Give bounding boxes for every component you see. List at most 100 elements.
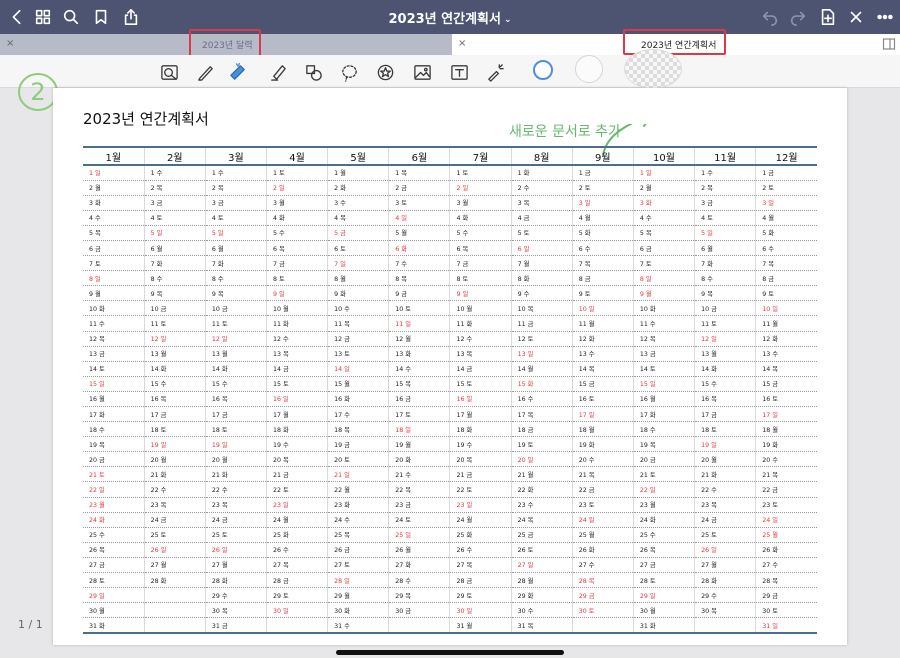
day-cell[interactable]: 7 화 [694,255,756,272]
day-cell[interactable]: 3 월 [265,195,328,211]
day-cell[interactable]: 19 수 [265,436,328,453]
day-cell[interactable]: 28 토 [632,572,695,589]
day-cell[interactable]: 11 화 [265,315,328,332]
day-cell[interactable]: 10 일 [571,300,634,317]
day-cell[interactable]: 10 일 [755,300,817,317]
day-cell[interactable] [265,617,328,634]
day-cell[interactable]: 2 일 [265,180,328,196]
day-cell[interactable]: 6 수 [755,240,817,257]
day-cell[interactable]: 25 목 [327,527,389,543]
day-cell[interactable]: 9 금 [388,285,450,302]
day-cell[interactable]: 27 일 [510,557,573,574]
day-cell[interactable]: 30 화 [327,602,389,619]
day-cell[interactable]: 29 토 [265,587,328,604]
day-cell[interactable]: 31 화 [632,617,695,634]
day-cell[interactable]: 4 화 [265,210,328,226]
day-cell[interactable]: 4 목 [327,210,389,226]
day-cell[interactable]: 18 토 [694,421,756,438]
day-cell[interactable]: 30 토 [571,602,634,619]
day-cell[interactable] [143,587,206,604]
day-cell[interactable]: 1 수 [204,165,267,181]
day-cell[interactable]: 25 수 [83,527,145,543]
day-cell[interactable]: 13 화 [388,346,450,362]
day-cell[interactable]: 2 목 [143,180,206,196]
day-cell[interactable]: 29 일 [632,587,695,604]
day-cell[interactable]: 20 금 [632,451,695,468]
day-cell[interactable]: 5 수 [265,225,328,241]
day-cell[interactable]: 26 화 [755,542,817,558]
day-cell[interactable]: 9 일 [265,285,328,302]
day-cell[interactable]: 29 월 [327,587,389,604]
back-chevron-icon[interactable] [5,5,29,29]
day-cell[interactable]: 17 목 [510,406,573,423]
day-cell[interactable] [388,617,450,634]
day-cell[interactable]: 17 일 [571,406,634,423]
day-cell[interactable]: 18 수 [83,421,145,438]
day-cell[interactable]: 31 일 [755,617,817,634]
day-cell[interactable]: 23 목 [204,497,267,513]
day-cell[interactable]: 12 목 [632,331,695,347]
day-cell[interactable]: 24 월 [449,512,512,528]
day-cell[interactable]: 1 목 [388,165,450,181]
day-cell[interactable]: 25 토 [143,527,206,543]
day-cell[interactable]: 19 토 [510,436,573,453]
day-cell[interactable]: 11 월 [571,315,634,332]
document-title-menu[interactable]: 2023년 연간계획서 ⌄ [300,8,600,27]
day-cell[interactable]: 6 금 [632,240,695,257]
day-cell[interactable]: 9 월 [632,285,695,302]
text-icon[interactable] [448,61,470,83]
day-cell[interactable]: 11 토 [694,315,756,332]
day-cell[interactable]: 13 금 [632,346,695,362]
day-cell[interactable]: 14 토 [632,361,695,377]
day-cell[interactable]: 9 수 [510,285,573,302]
day-cell[interactable]: 25 화 [449,527,512,543]
day-cell[interactable]: 1 일 [83,165,145,181]
day-cell[interactable]: 18 목 [327,421,389,438]
day-cell[interactable]: 23 월 [83,497,145,513]
day-cell[interactable]: 9 토 [571,285,634,302]
day-cell[interactable]: 14 토 [83,361,145,377]
day-cell[interactable]: 16 월 [632,391,695,408]
day-cell[interactable]: 4 토 [143,210,206,226]
day-cell[interactable]: 20 토 [327,451,389,468]
day-cell[interactable]: 8 수 [143,270,206,287]
day-cell[interactable]: 21 목 [571,466,634,483]
day-cell[interactable]: 12 월 [388,331,450,347]
lasso-icon[interactable] [338,61,360,83]
day-cell[interactable]: 19 금 [327,436,389,453]
day-cell[interactable]: 1 금 [571,165,634,181]
day-cell[interactable]: 3 금 [694,195,756,211]
day-cell[interactable]: 1 수 [694,165,756,181]
day-cell[interactable]: 27 목 [265,557,328,574]
day-cell[interactable]: 14 금 [265,361,328,377]
day-cell[interactable]: 5 목 [83,225,145,241]
day-cell[interactable]: 7 토 [632,255,695,272]
day-cell[interactable]: 18 토 [204,421,267,438]
day-cell[interactable]: 6 토 [327,240,389,257]
day-cell[interactable]: 18 화 [449,421,512,438]
day-cell[interactable]: 4 일 [388,210,450,226]
day-cell[interactable]: 17 화 [83,406,145,423]
day-cell[interactable]: 28 금 [449,572,512,589]
day-cell[interactable]: 28 화 [143,572,206,589]
day-cell[interactable]: 5 월 [388,225,450,241]
day-cell[interactable]: 28 수 [388,572,450,589]
day-cell[interactable]: 23 수 [510,497,573,513]
day-cell[interactable]: 26 토 [510,542,573,558]
day-cell[interactable]: 19 목 [83,436,145,453]
day-cell[interactable]: 3 목 [510,195,573,211]
day-cell[interactable]: 10 금 [143,300,206,317]
day-cell[interactable]: 10 금 [694,300,756,317]
laser-pointer-icon[interactable] [484,61,506,83]
day-cell[interactable]: 11 수 [83,315,145,332]
day-cell[interactable]: 29 수 [204,587,267,604]
day-cell[interactable]: 1 토 [265,165,328,181]
day-cell[interactable]: 11 수 [632,315,695,332]
day-cell[interactable]: 3 금 [143,195,206,211]
day-cell[interactable]: 27 월 [694,557,756,574]
pen-thickness-swatch[interactable] [624,49,682,89]
pen-icon[interactable] [194,61,216,83]
day-cell[interactable]: 24 금 [694,512,756,528]
day-cell[interactable]: 29 목 [388,587,450,604]
day-cell[interactable]: 18 화 [265,421,328,438]
